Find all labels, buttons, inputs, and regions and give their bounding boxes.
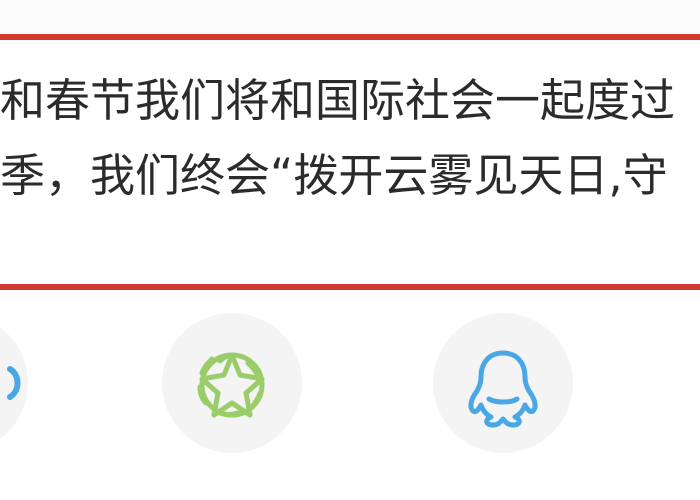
moments-icon xyxy=(197,352,265,418)
article-text-line-2: 季，我们终会“拨开云雾见天日,守 xyxy=(0,149,668,202)
share-button-partial[interactable] xyxy=(0,313,28,453)
top-background xyxy=(0,0,700,34)
top-red-divider xyxy=(0,34,700,40)
qq-icon xyxy=(468,350,538,428)
share-bar xyxy=(0,300,700,500)
article-text-line-1: 和春节我们将和国际社会一起度过 xyxy=(0,74,676,127)
share-button-moments[interactable] xyxy=(162,313,302,453)
partial-share-icon xyxy=(7,366,21,400)
page: 和春节我们将和国际社会一起度过 季，我们终会“拨开云雾见天日,守 xyxy=(0,0,700,500)
bottom-red-divider xyxy=(0,284,700,290)
share-button-qq[interactable] xyxy=(433,313,573,453)
